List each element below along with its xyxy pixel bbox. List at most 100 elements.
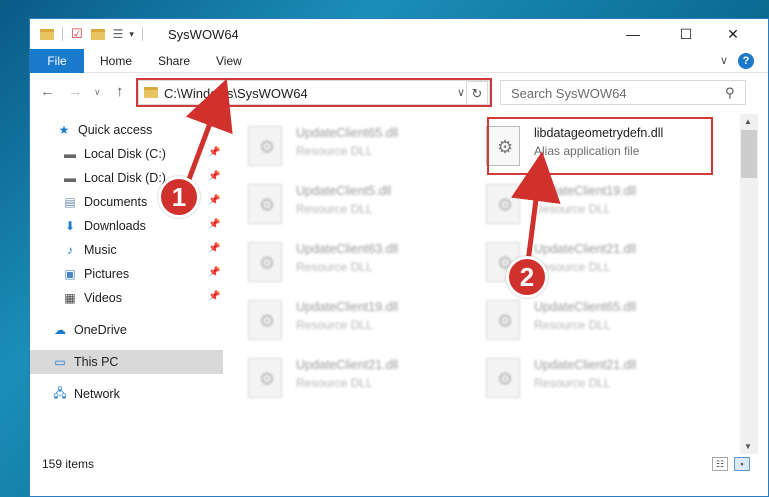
list-item[interactable]: ⚙ UpdateClient19.dll Resource DLL xyxy=(226,292,456,348)
dll-file-icon: ⚙ xyxy=(248,358,282,398)
dll-file-icon: ⚙ xyxy=(248,184,282,224)
view-options-icon[interactable]: ☰ xyxy=(113,27,124,41)
quick-access-toolbar: ☑ ☰ ▾ xyxy=(40,26,151,42)
list-item[interactable]: ⚙ UpdateClient5.dll Resource DLL xyxy=(226,176,456,232)
back-arrow-icon[interactable]: ← xyxy=(40,83,55,100)
pin-icon[interactable]: 📌 xyxy=(208,267,220,278)
list-item[interactable]: ⚙ UpdateClient21.dll Resource DLL xyxy=(226,350,456,406)
sidebar-item-label: Documents xyxy=(84,195,148,209)
pin-icon[interactable]: 📌 xyxy=(208,219,220,230)
pictures-icon: ▣ xyxy=(64,267,76,281)
file-name: UpdateClient19.dll xyxy=(296,300,399,314)
tab-share[interactable]: Share xyxy=(158,54,190,68)
file-name: UpdateClient21.dll xyxy=(534,242,637,256)
search-box[interactable]: Search SysWOW64 ⚲ xyxy=(500,80,746,105)
vertical-scrollbar[interactable]: ▲ ▼ xyxy=(740,114,758,454)
file-highlight-box xyxy=(487,117,713,175)
status-bar: 159 items ☷ ▪ xyxy=(30,455,768,477)
file-name: UpdateClient63.dll xyxy=(296,242,399,256)
videos-icon: ▦ xyxy=(64,291,76,305)
properties-icon[interactable]: ☑ xyxy=(71,26,83,42)
sidebar-item-music[interactable]: ♪ Music 📌 xyxy=(30,238,223,262)
pin-icon[interactable]: 📌 xyxy=(208,291,220,302)
pin-icon[interactable]: 📌 xyxy=(208,171,220,182)
sidebar-item-this-pc[interactable]: ▭ This PC xyxy=(30,350,223,374)
list-item[interactable]: ⚙ UpdateClient65.dll Resource DLL xyxy=(226,118,456,174)
sidebar-item-pictures[interactable]: ▣ Pictures 📌 xyxy=(30,262,223,286)
sidebar-item-label: This PC xyxy=(74,355,119,369)
gear-icon: ⚙ xyxy=(497,311,514,331)
sidebar-item-label: Local Disk (D:) xyxy=(84,171,166,185)
up-arrow-icon[interactable]: ↑ xyxy=(116,83,124,100)
sidebar-item-videos[interactable]: ▦ Videos 📌 xyxy=(30,286,223,310)
gear-icon: ⚙ xyxy=(259,369,276,389)
list-item[interactable]: ⚙ UpdateClient21.dll Resource DLL xyxy=(464,234,694,290)
drive-icon: ▬ xyxy=(64,171,76,185)
chevron-down-icon[interactable]: ∨ xyxy=(720,54,728,67)
list-item[interactable]: ⚙ UpdateClient21.dll Resource DLL xyxy=(464,350,694,406)
navigation-pane: ★ Quick access ▬ Local Disk (C:) 📌 ▬ Loc… xyxy=(30,114,223,454)
folder-icon[interactable] xyxy=(40,28,54,40)
gear-icon: ⚙ xyxy=(259,253,276,273)
file-name: UpdateClient19.dll xyxy=(534,184,637,198)
search-icon[interactable]: ⚲ xyxy=(725,85,735,101)
window-title: SysWOW64 xyxy=(168,27,239,42)
close-button[interactable]: ✕ xyxy=(710,19,756,49)
file-name: UpdateClient21.dll xyxy=(534,358,637,372)
forward-arrow-icon[interactable]: → xyxy=(68,83,83,100)
sidebar-item-label: Downloads xyxy=(84,219,146,233)
maximize-button[interactable]: ☐ xyxy=(663,19,709,49)
scroll-down-icon[interactable]: ▼ xyxy=(744,442,752,451)
gear-icon: ⚙ xyxy=(497,195,514,215)
documents-icon: ▤ xyxy=(64,195,76,209)
file-type: Resource DLL xyxy=(296,376,373,390)
file-type: Resource DLL xyxy=(534,318,611,332)
download-icon: ⬇ xyxy=(64,219,76,233)
pin-icon[interactable]: 📌 xyxy=(208,147,220,158)
file-name: UpdateClient65.dll xyxy=(534,300,637,314)
search-input[interactable]: Search SysWOW64 xyxy=(511,86,627,101)
help-button[interactable]: ? xyxy=(738,53,754,69)
star-icon: ★ xyxy=(58,123,70,137)
list-item[interactable]: ⚙ UpdateClient19.dll Resource DLL xyxy=(464,176,694,232)
sidebar-item-label: Videos xyxy=(84,291,122,305)
recent-locations-icon[interactable]: ∨ xyxy=(94,87,101,98)
music-icon: ♪ xyxy=(67,243,73,257)
details-view-icon[interactable]: ☷ xyxy=(712,457,728,471)
scroll-up-icon[interactable]: ▲ xyxy=(744,117,752,126)
list-item[interactable]: ⚙ UpdateClient65.dll Resource DLL xyxy=(464,292,694,348)
tab-file[interactable]: File xyxy=(30,49,84,73)
sidebar-item-onedrive[interactable]: ☁ OneDrive xyxy=(30,318,223,342)
tab-view[interactable]: View xyxy=(216,54,242,68)
sidebar-item-label: OneDrive xyxy=(74,323,127,337)
file-name: UpdateClient5.dll xyxy=(296,184,392,198)
navigation-bar: ← → ∨ ↑ C:\Windows\SysWOW64 ∨ ↻ Search S… xyxy=(30,74,768,112)
sidebar-item-quick-access[interactable]: ★ Quick access xyxy=(30,118,223,142)
minimize-button[interactable]: — xyxy=(610,19,656,49)
sidebar-item-label: Network xyxy=(74,387,120,401)
file-type: Resource DLL xyxy=(296,202,373,216)
item-count: 159 items xyxy=(42,457,95,471)
dll-file-icon: ⚙ xyxy=(248,242,282,282)
dll-file-icon: ⚙ xyxy=(248,126,282,166)
gear-icon: ⚙ xyxy=(259,195,276,215)
sidebar-item-local-disk-c[interactable]: ▬ Local Disk (C:) 📌 xyxy=(30,142,223,166)
file-type: Resource DLL xyxy=(296,260,373,274)
dll-file-icon: ⚙ xyxy=(486,358,520,398)
pin-icon[interactable]: 📌 xyxy=(208,195,220,206)
gear-icon: ⚙ xyxy=(259,137,276,157)
list-item[interactable]: ⚙ UpdateClient63.dll Resource DLL xyxy=(226,234,456,290)
address-highlight-box xyxy=(136,78,492,107)
new-folder-icon[interactable] xyxy=(90,28,105,40)
tab-home[interactable]: Home xyxy=(100,54,132,68)
dll-file-icon: ⚙ xyxy=(486,300,520,340)
sidebar-item-downloads[interactable]: ⬇ Downloads 📌 xyxy=(30,214,223,238)
scrollbar-thumb[interactable] xyxy=(741,130,757,178)
dll-file-icon: ⚙ xyxy=(248,300,282,340)
sidebar-item-network[interactable]: 🖧 Network xyxy=(30,382,223,406)
cloud-icon: ☁ xyxy=(54,323,66,337)
customize-qa-icon[interactable]: ▾ xyxy=(129,29,134,40)
divider xyxy=(141,27,143,41)
pin-icon[interactable]: 📌 xyxy=(208,243,220,254)
large-icons-view-icon[interactable]: ▪ xyxy=(734,457,750,471)
